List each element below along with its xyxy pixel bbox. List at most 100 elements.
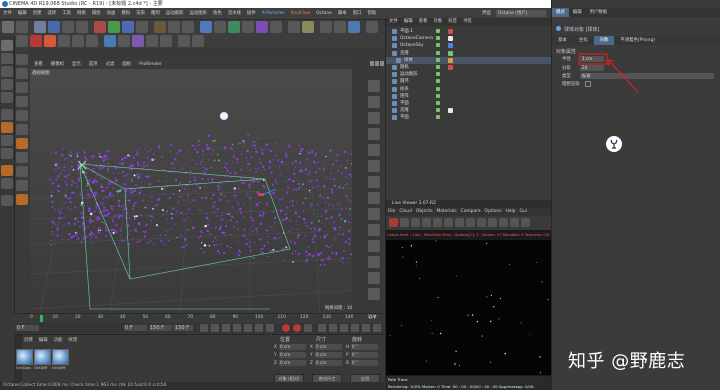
vp-menu-display[interactable]: 显示 [68,60,85,69]
lv-send-scene-icon[interactable] [389,218,398,227]
mat-menu-create[interactable]: 创建 [24,338,33,343]
octane-icon[interactable] [320,21,332,33]
side-tool-11-icon[interactable] [368,240,380,252]
lv-region-icon[interactable] [444,218,453,227]
side-tool-14-icon[interactable] [368,288,380,300]
visibility-dots-icon[interactable] [436,57,440,62]
side-tool-13-icon[interactable] [368,272,380,284]
object-tag-icon[interactable] [448,36,453,42]
points-mode-icon[interactable] [58,35,70,47]
lock-workplane-icon[interactable] [1,148,13,159]
menu-render[interactable]: 渲染 [133,8,148,19]
lv-menu-help[interactable]: Help [504,208,518,216]
object-tag-icon[interactable] [448,29,453,34]
menu-snap[interactable]: 捕捉 [89,8,104,19]
prev-key-icon[interactable] [211,324,219,332]
rotation-b-field[interactable]: 0 ° [351,360,378,366]
side-tool-2-icon[interactable] [368,96,380,108]
object-mode-icon[interactable] [30,35,42,47]
current-frame-field[interactable]: 0 F [124,325,147,331]
lv-clay-icon[interactable] [455,218,464,227]
lv-menu-file[interactable]: File [386,208,397,216]
lv-menu-options[interactable]: Options [483,208,504,216]
auto-key-icon[interactable] [293,324,301,332]
side-tool-9-icon[interactable] [368,208,380,220]
visibility-dots-icon[interactable] [436,86,440,91]
deformer-icon[interactable] [256,21,268,33]
floor-icon[interactable] [270,21,282,33]
vp-menu-prorender[interactable]: ProRender [135,60,166,69]
cube-mode-icon[interactable] [1,40,13,51]
lv-lock-icon[interactable] [466,218,475,227]
nav-move-icon[interactable] [370,61,374,66]
end-frame-field-2[interactable]: 150 F [174,325,193,331]
mat-menu-texture[interactable]: 纹理 [68,338,77,343]
scale-palette-icon[interactable] [16,82,28,93]
side-tool-4-icon[interactable] [368,128,380,140]
mat-menu-edit[interactable]: 编辑 [39,338,48,343]
visibility-dots-icon[interactable] [436,79,440,84]
lv-menu-gui[interactable]: Gui [518,208,529,216]
visibility-dots-icon[interactable] [436,72,440,77]
object-row[interactable]: 平面.1 [386,28,551,35]
object-row[interactable]: OctaneCamera [386,35,551,42]
object-tag-icon[interactable] [448,43,453,49]
object-row[interactable]: 球体 [386,56,551,64]
layout-icon[interactable] [366,21,378,33]
end-frame-field[interactable]: 150 F [149,325,172,331]
playhead[interactable] [40,315,43,322]
om-menu-file[interactable]: 文件 [386,18,401,26]
visibility-dots-icon[interactable] [436,93,440,98]
vp-menu-filter[interactable]: 过滤 [102,60,119,69]
lv-settings-icon[interactable] [433,218,442,227]
live-viewer-render[interactable] [386,240,551,375]
knife-palette-icon[interactable] [16,96,28,107]
vp-menu-panel[interactable]: 面板 [118,60,135,69]
emitter-icon[interactable] [104,35,116,47]
size-y-field[interactable]: 0 cm [315,352,342,358]
undo-icon[interactable] [2,21,14,33]
material-swatch[interactable] [52,349,69,365]
vp-menu-options[interactable]: 选项 [85,60,102,69]
menu-pipeline[interactable]: 流水线 [225,8,244,19]
side-tool-12-icon[interactable] [368,256,380,268]
rotation-p-field[interactable]: 0 ° [351,352,378,358]
y-axis-icon[interactable] [108,21,120,33]
rotation-h-field[interactable]: 0 ° [351,344,378,350]
side-tool-1-icon[interactable] [368,80,380,92]
object-tag-icon[interactable] [448,57,453,63]
menu-window[interactable]: 窗口 [350,8,365,19]
object-tag-icon[interactable] [448,108,453,114]
lv-pause-icon[interactable] [411,218,420,227]
timeline-layout-icon[interactable] [373,324,381,332]
object-row[interactable]: 平面 [386,100,551,107]
move-tool-icon[interactable] [48,21,60,33]
next-key-icon[interactable] [255,324,263,332]
position-x-field[interactable]: 0 cm [279,344,306,350]
menu-tools[interactable]: 工具 [59,8,74,19]
menu-animate[interactable]: 动画 [104,8,119,19]
rotate-tool-icon[interactable] [76,21,88,33]
symmetry-icon[interactable] [1,135,13,146]
menu-octane[interactable]: Octane [313,8,335,19]
record-key-icon[interactable] [282,324,290,332]
object-tag-icon[interactable] [448,65,453,70]
menu-sculpt[interactable]: 雕刻 [148,8,163,19]
bridge-palette-icon[interactable] [16,124,28,135]
axis-lock-icon[interactable] [1,109,13,120]
light-icon[interactable] [302,21,314,33]
pen-icon[interactable] [214,21,226,33]
xparticles-icon[interactable] [348,21,360,33]
system-icon[interactable] [132,35,144,47]
lv-pick-focus-icon[interactable] [477,218,486,227]
object-row[interactable]: 运动图形 [386,71,551,78]
edges-mode-icon[interactable] [72,35,84,47]
realflow-icon[interactable] [334,21,346,33]
nav-rotate-icon[interactable] [380,61,384,66]
side-tool-6-icon[interactable] [368,160,380,172]
render-view-icon[interactable] [154,21,166,33]
menu-plugins[interactable]: 插件 [244,8,259,19]
sculpt-icon[interactable] [1,178,13,189]
menu-motion-tracking[interactable]: 运动跟踪 [163,8,187,19]
object-row[interactable]: 平面 [386,114,551,121]
